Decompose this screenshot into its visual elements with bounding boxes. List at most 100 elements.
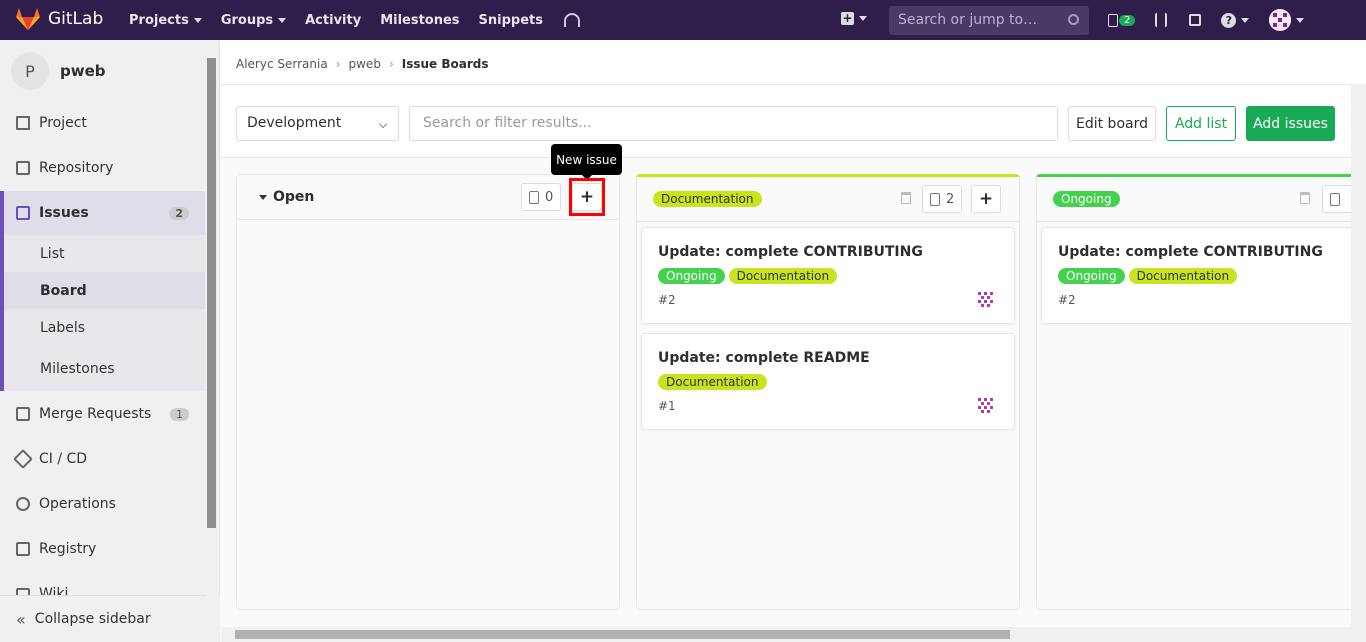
sidebar-item-label: Registry [39,541,97,557]
label-badge[interactable]: Documentation [658,374,767,390]
sidebar-item-registry[interactable]: Registry [0,527,205,571]
project-sidebar: P pweb Project Repository Issues 2 List … [0,40,220,642]
board-columns: Open 0 + Documentation 2 + Update: compl… [221,158,1366,628]
issue-labels: Ongoing Documentation [1058,268,1238,284]
breadcrumb-separator: › [388,57,394,71]
sidebar-item-merge-requests[interactable]: Merge Requests 1 [0,392,205,436]
chevron-down-icon [278,17,287,23]
sidebar-item-project[interactable]: Project [0,101,205,145]
merge-requests-nav-icon[interactable] [1155,13,1168,27]
issue-count-value: 2 [946,191,955,207]
list-label: Documentation [653,191,762,207]
user-nav: 2 ? [1108,0,1305,40]
collapse-sidebar-button[interactable]: « Collapse sidebar [0,595,220,642]
issue-ref: #2 [658,293,676,307]
label-badge[interactable]: Ongoing [1058,268,1125,284]
top-navbar: GitLab Projects Groups Activity Mileston… [0,0,1366,40]
collapse-list-toggle[interactable]: Open [259,189,314,205]
chevron-down-icon [193,17,202,23]
issue-count: 2 [922,185,963,213]
sidebar-item-label: Operations [39,496,116,512]
project-name: pweb [60,62,106,80]
nav-projects[interactable]: Projects [129,13,202,28]
project-header[interactable]: P pweb [11,52,106,90]
issue-count-value: 0 [545,189,554,205]
nav-groups-label: Groups [220,12,274,28]
sidebar-scrollbar-thumb[interactable] [207,58,216,528]
breadcrumb-current[interactable]: Issue Boards [402,57,489,71]
merge-request-icon [16,407,30,421]
plus-square-icon: + [841,11,854,25]
issue-title[interactable]: Update: complete CONTRIBUTING [658,244,923,260]
add-issues-button[interactable]: Add issues [1246,106,1335,141]
breadcrumb-user[interactable]: Aleryc Serrania [236,57,328,71]
issue-ref: #1 [658,399,676,413]
brand-name: GitLab [48,9,104,29]
chevron-down-icon [1241,17,1250,23]
new-issue-tooltip: New issue [551,144,622,180]
sidebar-item-operations[interactable]: Operations [0,482,205,526]
issue-title[interactable]: Update: complete CONTRIBUTING [1058,244,1323,260]
sidebar-sub-labels[interactable]: Labels [0,309,205,346]
board-selector[interactable]: Development [236,106,399,141]
label-badge[interactable]: Documentation [728,268,838,284]
project-avatar: P [11,52,49,90]
collapse-sidebar-label: Collapse sidebar [34,611,151,627]
trash-icon[interactable] [1300,192,1310,204]
gitlab-logo[interactable]: GitLab [16,8,103,30]
issue-ref: #2 [1058,293,1076,307]
sidebar-sub-list[interactable]: List [0,235,205,272]
help-dropdown[interactable]: ? [1221,12,1250,28]
horizontal-scrollbar-thumb[interactable] [235,630,1010,639]
main-content: Aleryc Serrania › pweb › Issue Boards De… [221,40,1366,642]
issues-count-badge: 2 [1119,14,1136,26]
sidebar-sub-board[interactable]: Board [0,272,205,309]
add-list-button[interactable]: Add list [1166,106,1236,141]
filter-input[interactable]: Search or filter results... [409,106,1058,141]
new-issue-button[interactable]: + [971,185,1001,213]
todos-nav-icon[interactable] [1189,14,1202,26]
label-badge[interactable]: Ongoing [658,268,725,284]
vertical-scrollbar[interactable] [1351,84,1366,642]
home-icon [16,116,30,130]
assignee-avatar[interactable] [977,397,995,415]
issue-card[interactable]: Update: complete CONTRIBUTING Ongoing Do… [1041,227,1366,324]
double-chevron-left-icon: « [16,609,26,629]
nav-milestones[interactable]: Milestones [380,13,459,28]
list-title: Open [273,189,315,205]
search-icon [1068,14,1079,25]
edit-board-button[interactable]: Edit board [1068,106,1156,141]
container-icon [16,542,30,556]
sidebar-item-label: Project [39,115,87,131]
highlight-box [569,178,605,216]
user-menu[interactable] [1269,9,1305,31]
sidebar-item-issues[interactable]: Issues 2 [0,191,205,235]
board-selector-label: Development [247,115,342,131]
breadcrumb-project[interactable]: pweb [349,57,381,71]
issues-icon [1108,13,1118,27]
sidebar-item-repository[interactable]: Repository [0,146,205,190]
merge-requests-count-badge: 1 [170,407,189,421]
dashboard-icon[interactable] [564,13,581,27]
chevron-down-icon [859,16,867,21]
trash-icon[interactable] [901,192,911,204]
label-badge[interactable]: Documentation [1128,268,1238,284]
help-icon: ? [1221,12,1237,28]
avatar [1269,9,1292,31]
issues-icon [529,190,539,204]
nav-snippets[interactable]: Snippets [479,13,543,28]
new-dropdown[interactable]: + [841,12,867,25]
nav-groups[interactable]: Groups [220,12,287,28]
issue-card[interactable]: Update: complete README Documentation #1 [641,333,1015,430]
assignee-avatar[interactable] [977,291,995,309]
nav-activity[interactable]: Activity [305,13,361,28]
sidebar-sub-milestones[interactable]: Milestones [0,346,205,391]
sidebar-item-ci-cd[interactable]: CI / CD [0,437,205,481]
issues-nav-button[interactable]: 2 [1108,13,1136,27]
board-list-ongoing: Ongoing Update: complete CONTRIBUTING On… [1036,174,1366,610]
search-input[interactable]: Search or jump to… [889,6,1089,35]
issue-card[interactable]: Update: complete CONTRIBUTING Ongoing Do… [641,227,1015,324]
chevron-down-icon [1296,17,1305,23]
issue-title[interactable]: Update: complete README [658,350,870,366]
issue-labels: Documentation [658,374,767,390]
